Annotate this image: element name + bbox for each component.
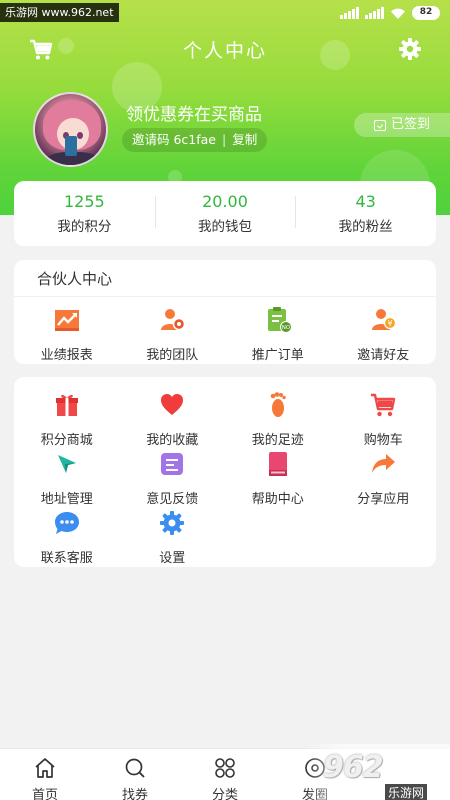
search-icon [125, 758, 145, 778]
stats-card: 1255 我的积分 20.00 我的钱包 43 我的粉丝 [14, 181, 436, 246]
stat-label: 我的积分 [57, 219, 112, 235]
menu-item-shopping-cart[interactable]: 购物车 [331, 391, 437, 448]
site-watermark: 乐游网 www.962.net [0, 3, 119, 22]
menu-item-favorites[interactable]: 我的收藏 [120, 391, 226, 448]
chat-bubble-icon [54, 512, 79, 534]
watermark-logo: 962 [323, 750, 384, 785]
menu-item-share-app[interactable]: 分享应用 [331, 450, 437, 507]
status-bar: 乐游网 www.962.net 82 [0, 0, 450, 26]
menu-label: 业绩报表 [40, 348, 93, 363]
menu-label: 我的团队 [146, 348, 199, 363]
copy-invite-button[interactable]: 复制 [232, 128, 257, 152]
stat-value: 1255 [63, 192, 105, 211]
menu-item-settings[interactable]: 设置 [120, 509, 226, 566]
menu-item-invite-friends[interactable]: ¥ 邀请好友 [331, 306, 437, 363]
menu-item-performance-report[interactable]: 业绩报表 [14, 306, 120, 363]
invite-code-text: 邀请码 6c1fae [132, 132, 217, 147]
page-title: 个人中心 [182, 40, 267, 62]
menu-item-footprints[interactable]: 我的足迹 [225, 391, 331, 448]
cell-signal-icon [340, 7, 359, 19]
username: 领优惠券在买商品 [126, 105, 262, 125]
gift-icon [55, 394, 78, 416]
team-icon [161, 309, 186, 331]
menu-label: 我的收藏 [146, 433, 199, 448]
stat-points[interactable]: 1255 我的积分 [14, 192, 155, 235]
menu-label: 邀请好友 [357, 348, 410, 363]
menu-label: 推广订单 [251, 348, 304, 363]
site-logo-watermark: 962 乐游网 [305, 744, 450, 800]
cell-signal-2-icon [365, 7, 384, 19]
menu-item-points-mall[interactable]: 积分商城 [14, 391, 120, 448]
watermark-text: 乐游网 [385, 784, 428, 800]
menu-item-promo-orders[interactable]: NO 推广订单 [225, 306, 331, 363]
stat-wallet[interactable]: 20.00 我的钱包 [154, 192, 296, 235]
checkin-icon [373, 119, 386, 131]
location-compass-icon [57, 455, 76, 473]
stat-value: 43 [355, 192, 376, 211]
footprint-icon [270, 392, 286, 417]
tab-home[interactable]: 首页 [0, 749, 90, 800]
invite-code-pill: 邀请码 6c1fae | 复制 [122, 128, 268, 152]
signin-button[interactable]: 已签到 [354, 113, 450, 137]
stat-fans[interactable]: 43 我的粉丝 [295, 192, 436, 235]
menu-label: 设置 [159, 551, 186, 566]
menu-item-feedback[interactable]: 意见反馈 [120, 450, 226, 507]
wifi-icon [391, 8, 405, 19]
menu-label: 地址管理 [40, 492, 93, 507]
menu-label: 帮助中心 [251, 492, 304, 507]
tools-card: 积分商城 我的收藏 我的足迹 购物车 地址管理 意见反馈 帮助中心 分享应用 联… [14, 377, 436, 567]
menu-label: 意见反馈 [146, 492, 199, 507]
menu-label: 我的足迹 [251, 433, 304, 448]
invite-friend-icon: ¥ [372, 309, 397, 330]
svg-text:NO: NO [282, 325, 291, 331]
tab-label: 找券 [121, 788, 148, 800]
stat-label: 我的粉丝 [338, 219, 393, 235]
tab-category[interactable]: 分类 [180, 749, 270, 800]
top-nav: 个人中心 [0, 30, 450, 70]
menu-item-customer-service[interactable]: 联系客服 [14, 509, 120, 566]
tab-find-coupons[interactable]: 找券 [90, 749, 180, 800]
menu-label: 分享应用 [357, 492, 410, 507]
tab-label: 首页 [31, 788, 58, 800]
stat-label: 我的钱包 [198, 219, 252, 235]
stat-value: 20.00 [202, 192, 248, 211]
settings-gear-icon [160, 511, 185, 535]
heart-icon [161, 394, 184, 415]
menu-label: 联系客服 [40, 551, 93, 566]
category-icon [215, 758, 235, 778]
shopping-cart-icon [371, 393, 396, 417]
partner-center-card: 合伙人中心 业绩报表 我的团队 NO 推广订单 ¥ 邀请好友 [14, 260, 436, 364]
share-arrow-icon [372, 454, 396, 473]
signin-label: 已签到 [390, 117, 430, 132]
battery-indicator: 82 [412, 6, 440, 20]
menu-label: 积分商城 [40, 433, 93, 448]
tab-label: 分类 [211, 788, 238, 800]
home-icon [35, 758, 55, 778]
partner-center-title: 合伙人中心 [37, 270, 113, 288]
feedback-icon [161, 453, 184, 475]
order-clipboard-icon: NO [267, 307, 292, 333]
svg-text:¥: ¥ [388, 319, 393, 328]
avatar[interactable] [33, 92, 108, 167]
help-book-icon [268, 452, 287, 476]
menu-item-address[interactable]: 地址管理 [14, 450, 120, 507]
chart-trend-icon [54, 310, 79, 331]
menu-item-my-team[interactable]: 我的团队 [120, 306, 226, 363]
menu-label: 购物车 [363, 433, 403, 448]
menu-item-help-center[interactable]: 帮助中心 [225, 450, 331, 507]
gear-icon[interactable] [398, 37, 422, 61]
